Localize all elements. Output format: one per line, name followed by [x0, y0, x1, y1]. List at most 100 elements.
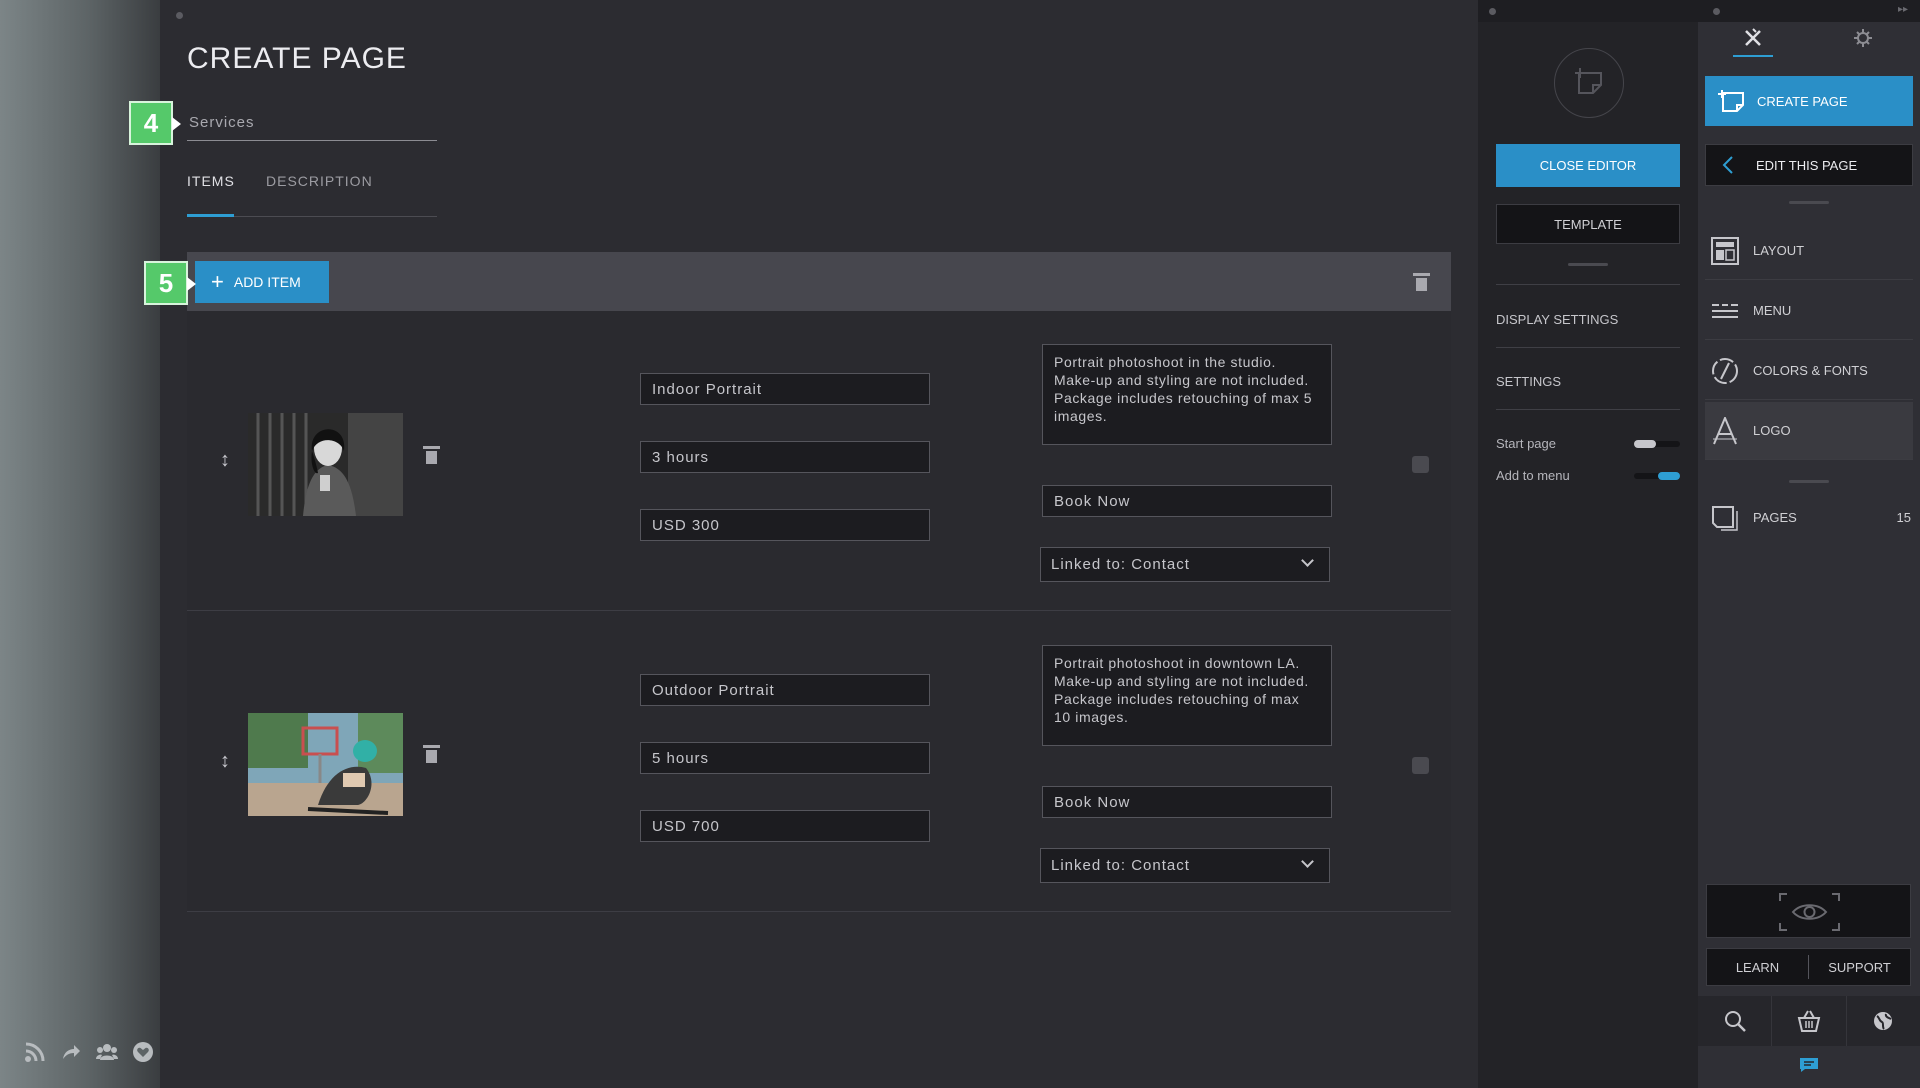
- help-bar: LEARN SUPPORT: [1706, 948, 1911, 986]
- support-button[interactable]: SUPPORT: [1809, 949, 1910, 985]
- edit-this-page-label: EDIT THIS PAGE: [1756, 157, 1858, 173]
- preview-button[interactable]: [1706, 884, 1911, 938]
- settings-link[interactable]: SETTINGS: [1496, 374, 1680, 389]
- tools-panel: ▸▸ CREATE PAGE EDIT THIS PAGE LAYOUT MEN…: [1698, 0, 1920, 1088]
- editor-tabs: ITEMS DESCRIPTION: [187, 170, 437, 217]
- items-toolbar: + ADD ITEM: [187, 252, 1451, 311]
- page-name-input[interactable]: Services: [187, 108, 437, 141]
- plus-icon: +: [211, 269, 224, 294]
- start-page-label: Start page: [1496, 436, 1556, 451]
- page-settings-panel: CLOSE EDITOR TEMPLATE DISPLAY SETTINGS S…: [1478, 0, 1698, 1088]
- item-description-field[interactable]: Portrait photoshoot in downtown LA. Make…: [1042, 645, 1332, 746]
- delete-item-icon[interactable]: [423, 446, 440, 464]
- community-icon[interactable]: [96, 1041, 118, 1063]
- heart-icon[interactable]: [132, 1041, 154, 1063]
- step-badge-4: 4: [129, 101, 181, 145]
- start-page-toggle[interactable]: [1634, 440, 1680, 448]
- delete-item-icon[interactable]: [423, 745, 440, 763]
- menu-item-logo[interactable]: LOGO: [1705, 402, 1913, 460]
- active-tab-indicator: [1733, 55, 1773, 57]
- page-editor: CREATE PAGE 4 Services ITEMS DESCRIPTION…: [129, 0, 1478, 1088]
- template-button[interactable]: TEMPLATE: [1496, 204, 1680, 244]
- learn-button[interactable]: LEARN: [1707, 949, 1808, 985]
- add-item-button[interactable]: + ADD ITEM: [195, 261, 329, 303]
- item-image[interactable]: [248, 413, 403, 516]
- menu-item-colors-fonts[interactable]: COLORS & FONTS: [1705, 342, 1913, 400]
- item-checkbox[interactable]: [1412, 456, 1429, 473]
- chevron-down-icon: [1301, 554, 1314, 567]
- window-dot: [1489, 8, 1496, 15]
- rss-icon[interactable]: [24, 1041, 46, 1063]
- menu-item-label: COLORS & FONTS: [1753, 363, 1868, 378]
- item-checkbox[interactable]: [1412, 757, 1429, 774]
- close-editor-button[interactable]: CLOSE EDITOR: [1496, 144, 1680, 187]
- drag-handle-icon[interactable]: ↕: [219, 750, 231, 772]
- background-gradient: [0, 0, 160, 1088]
- eye-icon: [1779, 893, 1840, 931]
- bottom-toolbar: [1698, 996, 1920, 1046]
- tools-tab-icon[interactable]: [1743, 28, 1763, 53]
- divider-handle: [1789, 480, 1829, 483]
- item-price-field[interactable]: USD 300: [640, 509, 930, 541]
- tab-items[interactable]: ITEMS: [187, 173, 235, 189]
- item-row: ↕ Outdoor Portrait 5 hours USD 700 Portr…: [187, 612, 1451, 912]
- window-dot: [1713, 8, 1720, 15]
- display-settings-link[interactable]: DISPLAY SETTINGS: [1496, 312, 1680, 327]
- item-image[interactable]: [248, 713, 403, 816]
- item-description-field[interactable]: Portrait photoshoot in the studio. Make-…: [1042, 344, 1332, 445]
- item-name-field[interactable]: Outdoor Portrait: [640, 674, 930, 706]
- item-button-text-field[interactable]: Book Now: [1042, 485, 1332, 517]
- tool-tabs: [1698, 22, 1920, 58]
- divider-handle: [1789, 201, 1829, 204]
- menu-item-pages[interactable]: PAGES 15: [1705, 488, 1913, 546]
- palette-icon: [1711, 357, 1739, 385]
- item-button-text-field[interactable]: Book Now: [1042, 786, 1332, 818]
- menu-item-layout[interactable]: LAYOUT: [1705, 222, 1913, 280]
- items-panel: + ADD ITEM ↕ Indoor Portrait 3 hours USD…: [187, 252, 1451, 912]
- drag-handle-icon[interactable]: ↕: [219, 449, 231, 471]
- divider: [1496, 409, 1680, 410]
- window-dot: [176, 12, 183, 19]
- tab-description[interactable]: DESCRIPTION: [266, 173, 373, 189]
- globe-icon[interactable]: [1847, 996, 1920, 1046]
- item-name-field[interactable]: Indoor Portrait: [640, 373, 930, 405]
- toggle-knob: [1634, 440, 1656, 448]
- item-duration-field[interactable]: 3 hours: [640, 441, 930, 473]
- layout-icon: [1711, 236, 1739, 265]
- item-duration-field[interactable]: 5 hours: [640, 742, 930, 774]
- divider: [1496, 284, 1680, 285]
- item-link-select[interactable]: Linked to: Contact: [1040, 848, 1330, 883]
- pages-count: 15: [1896, 509, 1911, 525]
- item-link-value: Linked to: Contact: [1051, 556, 1190, 573]
- menu-item-label: PAGES: [1753, 509, 1797, 525]
- page-icon: [1554, 48, 1624, 118]
- expand-icon[interactable]: ▸▸: [1898, 4, 1908, 15]
- divider: [1496, 347, 1680, 348]
- share-icon[interactable]: [60, 1041, 82, 1063]
- menu-item-label: MENU: [1753, 303, 1792, 318]
- item-link-value: Linked to: Contact: [1051, 857, 1190, 874]
- toggle-knob: [1658, 472, 1680, 480]
- new-page-icon: [1717, 88, 1745, 117]
- add-to-menu-toggle[interactable]: [1634, 472, 1680, 480]
- panel-header: [1478, 0, 1698, 22]
- menu-item-menu[interactable]: MENU: [1705, 282, 1913, 340]
- search-icon[interactable]: [1698, 996, 1773, 1046]
- chevron-left-icon: [1722, 156, 1734, 177]
- menu-item-label: LOGO: [1753, 423, 1791, 438]
- new-page-icon: [1575, 68, 1602, 94]
- gear-icon[interactable]: [1853, 28, 1873, 53]
- social-bar: [24, 1041, 154, 1063]
- create-page-button[interactable]: CREATE PAGE: [1705, 76, 1913, 126]
- chat-icon[interactable]: [1799, 1057, 1819, 1073]
- item-link-select[interactable]: Linked to: Contact: [1040, 547, 1330, 582]
- pages-icon: [1711, 503, 1739, 531]
- add-item-label: ADD ITEM: [233, 274, 301, 290]
- edit-this-page-button[interactable]: EDIT THIS PAGE: [1705, 144, 1913, 186]
- add-to-menu-label: Add to menu: [1496, 468, 1570, 483]
- delete-all-icon[interactable]: [1413, 273, 1430, 291]
- panel-header: [1698, 0, 1920, 22]
- shop-basket-icon[interactable]: [1772, 996, 1847, 1046]
- item-price-field[interactable]: USD 700: [640, 810, 930, 842]
- menu-item-label: LAYOUT: [1753, 243, 1805, 258]
